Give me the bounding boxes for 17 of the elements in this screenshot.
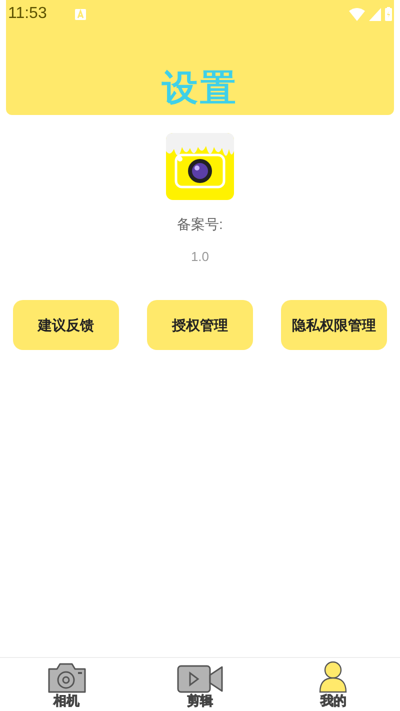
menu-button[interactable]: 隐私权限管理 [281, 300, 387, 350]
camera-icon [46, 663, 87, 693]
app-icon [166, 133, 234, 200]
nav-tab[interactable]: 相机 [0, 658, 134, 711]
person-icon [319, 661, 348, 693]
page-title: 设置 [162, 66, 238, 110]
wifi-icon [349, 8, 365, 20]
nav-tab[interactable]: 我的 [266, 658, 400, 711]
nav-tab[interactable]: 剪辑 [133, 658, 267, 711]
menu-button[interactable]: 授权管理 [147, 300, 253, 350]
video-camera-icon [176, 665, 223, 693]
status-time: 11:53 [8, 4, 47, 24]
signal-icon [369, 8, 381, 20]
version-text: 1.0 [190, 248, 210, 266]
battery-icon [385, 7, 392, 21]
menu-button[interactable]: 建议反馈 [13, 300, 119, 350]
record-number-label: 备案号: [177, 215, 223, 234]
